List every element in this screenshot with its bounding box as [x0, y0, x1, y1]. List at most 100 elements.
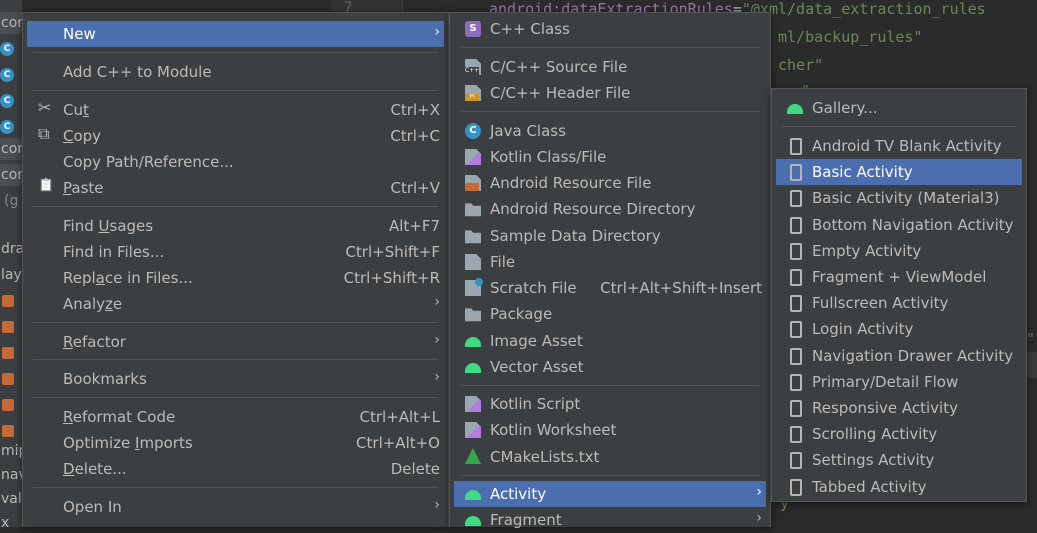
phone-template-icon [790, 164, 802, 182]
class-icon: C [0, 120, 14, 134]
kotlin-worksheet-icon [465, 422, 481, 438]
tree-row[interactable]: mip [0, 440, 22, 462]
xml-file-icon [2, 321, 14, 333]
menu-item-android-resource-file[interactable]: Android Resource File [454, 170, 766, 196]
phone-template-icon [790, 190, 802, 208]
menu-item-copy[interactable]: ⧉ Copy Ctrl+C [27, 123, 444, 149]
menu-item-refactor[interactable]: Refactor › [27, 329, 444, 355]
menu-item-open-in[interactable]: Open In › [27, 494, 444, 520]
submenu-arrow-icon: › [434, 294, 440, 310]
menu-item-activity-template[interactable]: Scrolling Activity [776, 421, 1022, 447]
tree-row[interactable] [0, 368, 22, 390]
xml-file-icon [2, 425, 14, 437]
menu-item-activity-template[interactable]: Fullscreen Activity [776, 290, 1022, 316]
menu-item-cpp-header-file[interactable]: H C/C++ Header File [454, 80, 766, 106]
menu-separator [33, 206, 438, 207]
android-icon [465, 516, 481, 526]
menu-item-find-usages[interactable]: Find Usages Alt+F7 [27, 213, 444, 239]
menu-item-copy-path[interactable]: Copy Path/Reference... [27, 149, 444, 175]
scratch-file-icon [465, 278, 483, 296]
package-icon [465, 308, 481, 322]
menu-item-package[interactable]: Package [454, 301, 766, 327]
activity-template-label: Empty Activity [812, 241, 922, 260]
menu-item-activity-template[interactable]: Login Activity [776, 316, 1022, 342]
cpp-source-file-icon: C++ [465, 59, 481, 75]
menu-item-scratch-file[interactable]: Scratch File Ctrl+Alt+Shift+Insert [454, 275, 766, 301]
menu-item-activity[interactable]: Activity › [454, 481, 766, 507]
menu-item-optimize-imports[interactable]: Optimize Imports Ctrl+Alt+O [27, 430, 444, 456]
activity-template-label: Fullscreen Activity [812, 294, 949, 313]
menu-item-activity-template[interactable]: Primary/Detail Flow [776, 369, 1022, 395]
submenu-arrow-icon: › [434, 497, 440, 513]
menu-item-kotlin-script[interactable]: Kotlin Script [454, 391, 766, 417]
menu-item-activity-template[interactable]: Fragment + ViewModel [776, 264, 1022, 290]
menu-item-paste[interactable]: 📋 Paste Ctrl+V [27, 175, 444, 201]
activity-template-label: Bottom Navigation Activity [812, 215, 1014, 234]
menu-item-cpp-source-file[interactable]: C++ C/C++ Source File [454, 54, 766, 80]
menu-item-activity-template[interactable]: Navigation Drawer Activity [776, 343, 1022, 369]
xml-file-icon [2, 347, 14, 359]
tree-row[interactable] [0, 316, 22, 338]
menu-item-activity-template[interactable]: Settings Activity [776, 447, 1022, 473]
menu-item-java-class[interactable]: C Java Class [454, 118, 766, 144]
menu-item-delete[interactable]: Delete... Delete [27, 456, 444, 482]
menu-item-reformat-code[interactable]: Reformat Code Ctrl+Alt+L [27, 404, 444, 430]
kotlin-file-icon [465, 149, 481, 165]
menu-item-gallery[interactable]: Gallery... [776, 95, 1022, 121]
menu-item-activity-template[interactable]: Responsive Activity [776, 395, 1022, 421]
project-tree: con C C C C con con (g dra layo mip nav … [0, 0, 22, 527]
cpp-header-file-icon: H [465, 85, 481, 101]
tree-row[interactable]: dra [0, 238, 22, 260]
phone-template-icon [790, 478, 802, 496]
menu-item-find-in-files[interactable]: Find in Files... Ctrl+Shift+F [27, 239, 444, 265]
submenu-arrow-icon: › [434, 24, 440, 40]
tree-row[interactable]: valu [0, 488, 22, 510]
menu-item-kotlin-class-file[interactable]: Kotlin Class/File [454, 144, 766, 170]
code-line: cher" [778, 56, 824, 74]
menu-item-fragment[interactable]: Fragment › [454, 507, 766, 533]
menu-item-cpp-class[interactable]: S C++ Class [454, 16, 766, 42]
tree-row[interactable]: nav [0, 464, 22, 486]
tree-row[interactable]: con [0, 164, 22, 186]
menu-item-vector-asset[interactable]: Vector Asset [454, 354, 766, 380]
menu-item-activity-template[interactable]: Basic Activity (Material3) [776, 185, 1022, 211]
tree-row[interactable]: C [0, 38, 22, 60]
menu-item-image-asset[interactable]: Image Asset [454, 328, 766, 354]
menu-item-sample-data-directory[interactable]: Sample Data Directory [454, 223, 766, 249]
tree-row[interactable] [0, 394, 22, 416]
tree-row[interactable]: C [0, 64, 22, 86]
tree-row[interactable] [0, 342, 22, 364]
menu-item-bookmarks[interactable]: Bookmarks › [27, 366, 444, 392]
menu-item-cut[interactable]: ✂ Cut Ctrl+X [27, 97, 444, 123]
activity-template-label: Scrolling Activity [812, 425, 938, 444]
tree-row[interactable]: C [0, 90, 22, 112]
menu-item-activity-template[interactable]: Bottom Navigation Activity [776, 212, 1022, 238]
menu-item-activity-template[interactable]: Android TV Blank Activity [776, 133, 1022, 159]
activity-template-label: Tabbed Activity [812, 477, 927, 496]
tree-row[interactable]: x [0, 512, 22, 527]
menu-item-replace-in-files[interactable]: Replace in Files... Ctrl+Shift+R [27, 265, 444, 291]
menu-item-activity-template[interactable]: Tabbed Activity [776, 474, 1022, 500]
tree-row[interactable] [0, 420, 22, 442]
menu-item-android-resource-directory[interactable]: Android Resource Directory [454, 196, 766, 222]
tree-row[interactable]: con [0, 138, 22, 160]
phone-template-icon [790, 452, 802, 470]
tree-row[interactable] [0, 290, 22, 312]
tree-row[interactable]: con [0, 12, 22, 34]
xml-file-icon [2, 295, 14, 307]
menu-item-file[interactable]: File [454, 249, 766, 275]
menu-item-activity-template[interactable]: Basic Activity [776, 159, 1022, 186]
phone-template-icon [790, 426, 802, 444]
tree-row[interactable]: (g [0, 190, 22, 212]
submenu-arrow-icon: › [434, 332, 440, 348]
menu-item-cmakelists[interactable]: CMakeLists.txt [454, 444, 766, 470]
menu-item-new[interactable]: New › [27, 21, 444, 47]
menu-item-activity-template[interactable]: Empty Activity [776, 238, 1022, 264]
tree-row[interactable]: layo [0, 264, 22, 286]
menu-item-add-cpp-to-module[interactable]: Add C++ to Module [27, 59, 444, 85]
menu-item-kotlin-worksheet[interactable]: Kotlin Worksheet [454, 417, 766, 443]
phone-template-icon [790, 216, 802, 234]
phone-template-icon [790, 373, 802, 391]
tree-row[interactable]: C [0, 116, 22, 138]
menu-item-analyze[interactable]: Analyze › [27, 291, 444, 317]
